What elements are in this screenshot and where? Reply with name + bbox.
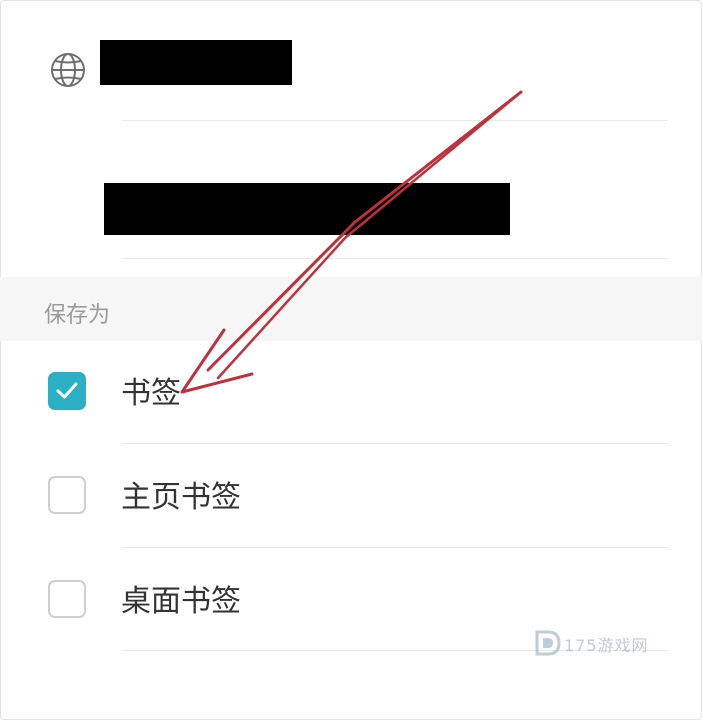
bookmark-url-field[interactable] [104, 183, 510, 235]
save-as-label: 保存为 [44, 303, 111, 328]
divider [122, 547, 668, 548]
bookmark-title-field[interactable] [100, 40, 292, 85]
divider [122, 258, 668, 259]
option-label: 桌面书签 [121, 584, 241, 619]
option-home-bookmark[interactable]: 主页书签 [0, 452, 702, 542]
watermark-logo-icon [535, 630, 561, 656]
option-label: 书签 [121, 376, 181, 411]
watermark: 175游戏网 [534, 628, 664, 662]
checkbox-bookmark[interactable] [48, 372, 86, 410]
globe-icon [51, 53, 85, 87]
option-label: 主页书签 [121, 480, 241, 515]
option-bookmark[interactable]: 书签 [0, 348, 702, 438]
divider [122, 443, 668, 444]
checkbox-home-bookmark[interactable] [48, 476, 86, 514]
watermark-text: 175游戏网 [564, 636, 649, 655]
checkbox-desktop-bookmark[interactable] [48, 580, 86, 618]
check-icon [56, 382, 78, 399]
divider [122, 120, 668, 121]
